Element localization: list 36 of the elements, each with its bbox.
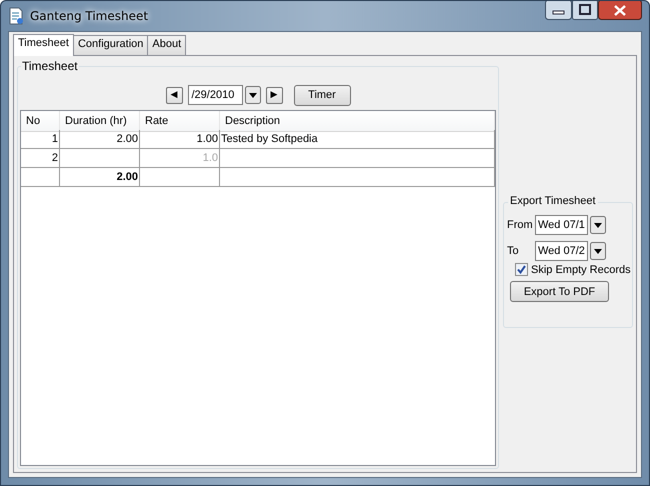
table-cell: 2.00 [60,130,140,149]
timer-button[interactable]: Timer [294,84,350,106]
field-label: To [507,244,520,256]
dropdown-button[interactable] [244,86,260,104]
app-icon [8,7,24,25]
minimize-button[interactable] [545,1,572,20]
column-header[interactable]: No [21,111,60,132]
column-header[interactable]: Description [220,111,495,132]
group-title: Timesheet [21,59,79,73]
dropdown-button[interactable] [590,216,606,234]
tab[interactable]: About [147,35,186,56]
tab[interactable]: Configuration [72,35,148,56]
column-header[interactable]: Duration (hr) [60,111,140,132]
date-field[interactable]: Wed 07/2 [535,240,588,260]
table-cell: 2.00 [60,168,140,187]
export-button[interactable]: Export To PDF [510,281,609,302]
group-title: Export Timesheet [508,195,598,207]
table-cell: 1 [21,130,60,149]
table-cell: 1.0 [140,149,220,168]
date-field[interactable]: Wed 07/1 [535,214,588,234]
close-button[interactable] [598,1,642,20]
date-field[interactable]: /29/2010 [188,85,242,105]
table-cell [21,168,60,187]
dropdown-button[interactable] [590,242,606,260]
checkbox[interactable] [515,263,528,276]
table-cell: 2 [21,149,60,168]
table-cell: Tested by Softpedia [220,130,495,149]
field-label: From [507,218,534,230]
tab[interactable]: Timesheet [13,34,74,56]
next-button[interactable]: ▶ [266,86,282,104]
maximize-button[interactable] [572,1,598,20]
column-header[interactable]: Rate [140,111,220,132]
previous-button[interactable]: ◀ [166,86,182,104]
checkbox-label: Skip Empty Records [531,264,631,276]
table-cell: 1.00 [140,130,220,149]
window-title: Ganteng Timesheet [30,9,148,23]
